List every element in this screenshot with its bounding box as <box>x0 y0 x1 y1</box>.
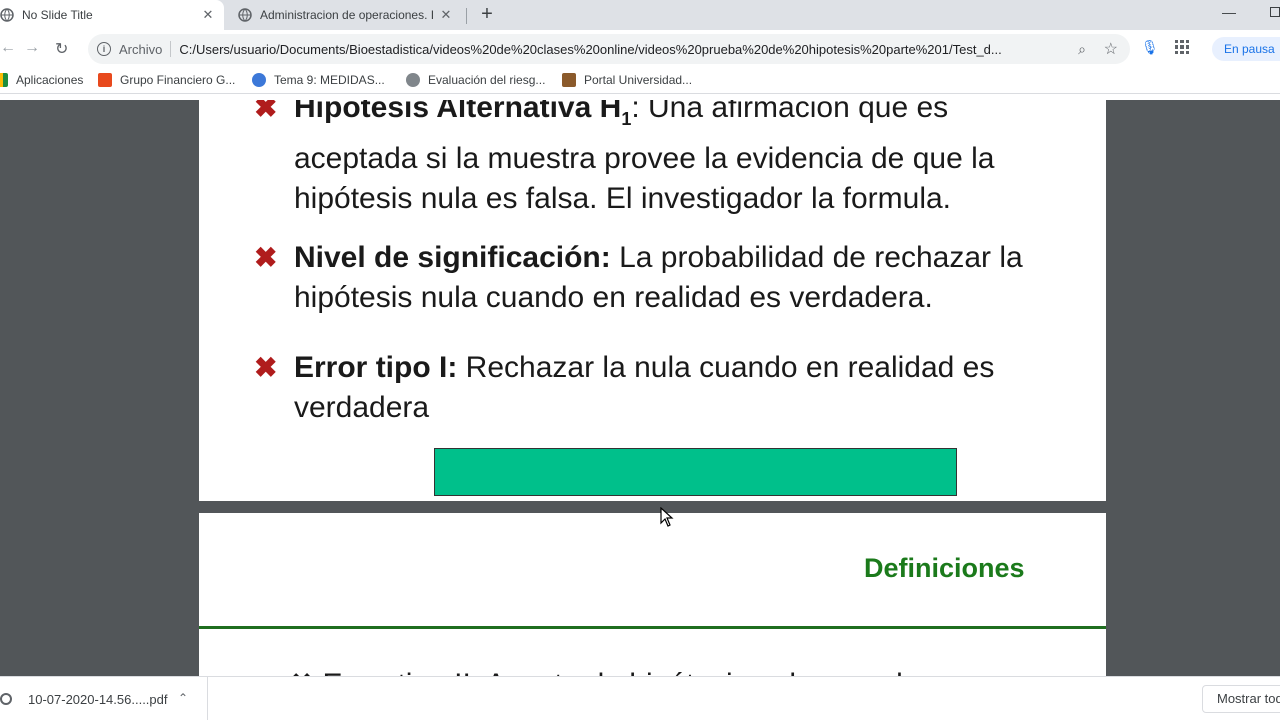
close-icon[interactable]: ✕ <box>198 5 218 25</box>
term: Hipótesis Alternativa H <box>294 100 622 124</box>
globe-icon <box>0 8 14 22</box>
tab-no-slide-title[interactable]: No Slide Title ✕ <box>0 0 224 30</box>
microphone-icon[interactable]: 🎙 <box>1141 39 1159 56</box>
tab-strip: No Slide Title ✕ Administracion de opera… <box>0 0 1280 30</box>
back-arrow-icon[interactable]: ← <box>0 39 16 57</box>
apps-icon <box>0 73 8 87</box>
green-answer-box <box>434 448 957 496</box>
bookmark-portal-universidad[interactable]: Portal Universidad... <box>562 73 692 87</box>
bullet-error-tipo-1: ✖ Error tipo I: Rechazar la nula cuando … <box>254 348 1069 428</box>
chevron-up-icon[interactable]: ⌃ <box>178 691 188 705</box>
gear-icon <box>406 73 420 87</box>
slide-title: Definiciones <box>864 553 1025 583</box>
bookmark-label: Aplicaciones <box>16 73 84 87</box>
forward-arrow-icon[interactable]: → <box>24 39 40 57</box>
bookmark-label: Evaluación del riesg... <box>428 73 546 87</box>
pdf-page: Definiciones ✖ Error tipo II: Aceptar la… <box>199 513 1106 676</box>
bookmarks-bar: Aplicaciones Grupo Financiero G... Tema … <box>0 68 1280 94</box>
bullet-nivel-significacion: ✖ Nivel de significación: La probabilida… <box>254 238 1069 318</box>
bookmark-label: Tema 9: MEDIDAS... <box>274 73 385 87</box>
term: Nivel de significación: <box>294 241 611 274</box>
download-item[interactable]: 10-07-2020-14.56.....pdf ⌃ <box>0 677 208 720</box>
pdf-page: ✖ Hipótesis Alternativa H1: Una afirmaci… <box>199 100 1106 501</box>
new-tab-button[interactable]: + <box>476 4 498 26</box>
zoom-icon[interactable]: ⌕ <box>1078 41 1086 58</box>
tab-title: Administracion de operaciones. I <box>260 8 435 22</box>
download-filename: 10-07-2020-14.56.....pdf <box>28 691 168 707</box>
maximize-icon[interactable] <box>1270 7 1280 17</box>
subscript: 1 <box>621 109 632 129</box>
show-all-downloads-button[interactable]: Mostrar todo <box>1202 685 1280 713</box>
chrome-icon <box>0 693 12 705</box>
wordpress-icon <box>252 73 266 87</box>
term: Error tipo I: <box>294 351 458 384</box>
reload-icon[interactable]: ↻ <box>55 39 68 59</box>
bookmark-grupo-financiero[interactable]: Grupo Financiero G... <box>98 73 235 87</box>
browser-toolbar: ← → ↻ i Archivo C:/Users/usuario/Documen… <box>0 30 1280 68</box>
info-icon[interactable]: i <box>97 42 111 56</box>
close-icon[interactable]: ✕ <box>436 5 456 25</box>
x-bullet-icon: ✖ <box>254 352 278 383</box>
mouse-cursor-icon <box>660 507 674 527</box>
university-icon <box>562 73 576 87</box>
pdf-viewer[interactable]: ✖ Hipótesis Alternativa H1: Una afirmaci… <box>0 100 1280 676</box>
bookmark-tema9[interactable]: Tema 9: MEDIDAS... <box>252 73 385 87</box>
minimize-icon[interactable]: — <box>1222 4 1236 20</box>
download-bar: 10-07-2020-14.56.....pdf ⌃ Mostrar todo <box>0 676 1280 720</box>
scheme-label: Archivo <box>119 41 163 57</box>
apps-grid-icon[interactable] <box>1175 40 1189 54</box>
tab-title: No Slide Title <box>22 8 93 22</box>
tab-administracion[interactable]: Administracion de operaciones. I ✕ <box>228 0 462 30</box>
globe-icon <box>238 8 252 22</box>
bullet-hipotesis-alternativa: ✖ Hipótesis Alternativa H1: Una afirmaci… <box>254 100 1069 219</box>
x-bullet-icon: ✖ <box>254 100 278 123</box>
bookmark-apps[interactable]: Aplicaciones <box>0 73 83 87</box>
bookmark-label: Grupo Financiero G... <box>120 73 236 87</box>
bookmark-label: Portal Universidad... <box>584 73 693 87</box>
star-icon[interactable]: ☆ <box>1104 39 1118 59</box>
title-rule <box>199 626 1106 629</box>
x-bullet-icon: ✖ <box>254 242 278 273</box>
tab-separator <box>466 8 467 24</box>
sync-paused-chip[interactable]: En pausa <box>1212 37 1280 61</box>
url-text[interactable]: C:/Users/usuario/Documents/Bioestadistic… <box>179 42 1049 57</box>
address-bar[interactable]: i Archivo C:/Users/usuario/Documents/Bio… <box>88 34 1130 64</box>
omnibox-divider <box>170 41 172 57</box>
partial-bullet: ✖ Error tipo II: Aceptar la hipótesis nu… <box>289 667 919 676</box>
bookmark-favicon-icon <box>98 73 112 87</box>
bookmark-evaluacion[interactable]: Evaluación del riesg... <box>406 73 545 87</box>
